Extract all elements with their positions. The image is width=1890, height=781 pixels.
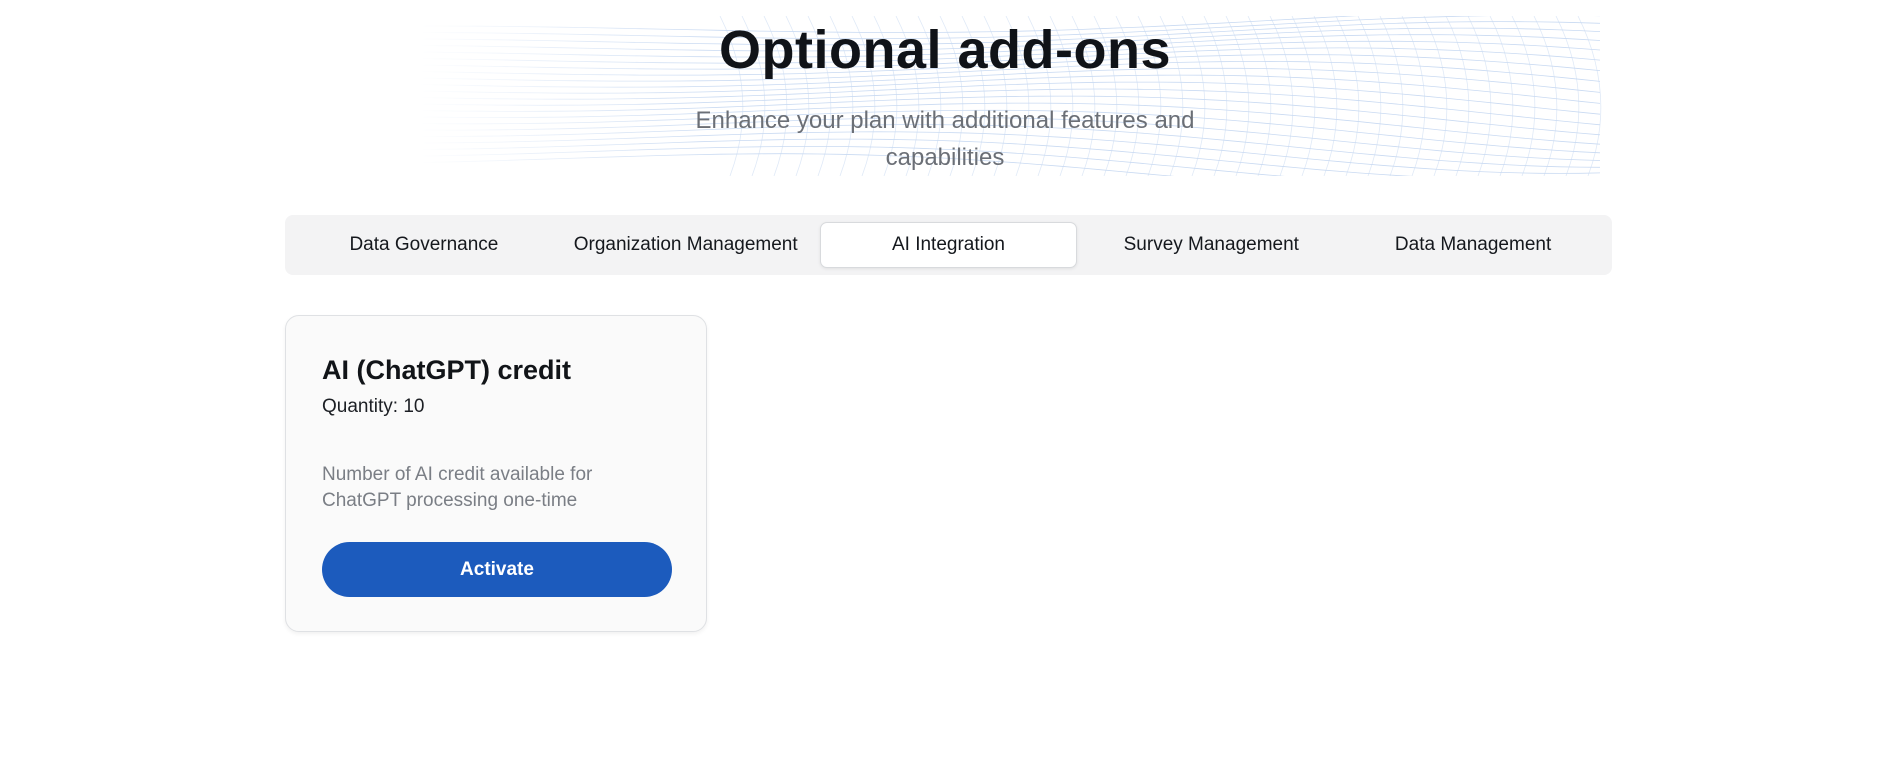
addon-card-ai-credit: AI (ChatGPT) credit Quantity: 10 Number … — [285, 315, 707, 632]
tab-survey-management[interactable]: Survey Management — [1083, 222, 1339, 268]
addon-card-title: AI (ChatGPT) credit — [322, 355, 572, 385]
page-subtitle: Enhance your plan with additional featur… — [695, 107, 1195, 171]
category-tabs: Data Governance Organization Management … — [285, 215, 1612, 275]
tab-data-management[interactable]: Data Management — [1345, 222, 1601, 268]
activate-button[interactable]: Activate — [322, 542, 672, 597]
tab-organization-management[interactable]: Organization Management — [558, 222, 814, 268]
addon-card-description: Number of AI credit available for ChatGP… — [322, 464, 593, 511]
tab-ai-integration[interactable]: AI Integration — [819, 222, 1078, 268]
page: Optional add-ons Enhance your plan with … — [0, 0, 1890, 781]
page-title: Optional add-ons — [719, 20, 1171, 80]
addon-card-quantity: Quantity: 10 — [322, 396, 425, 417]
tab-data-governance[interactable]: Data Governance — [296, 222, 552, 268]
